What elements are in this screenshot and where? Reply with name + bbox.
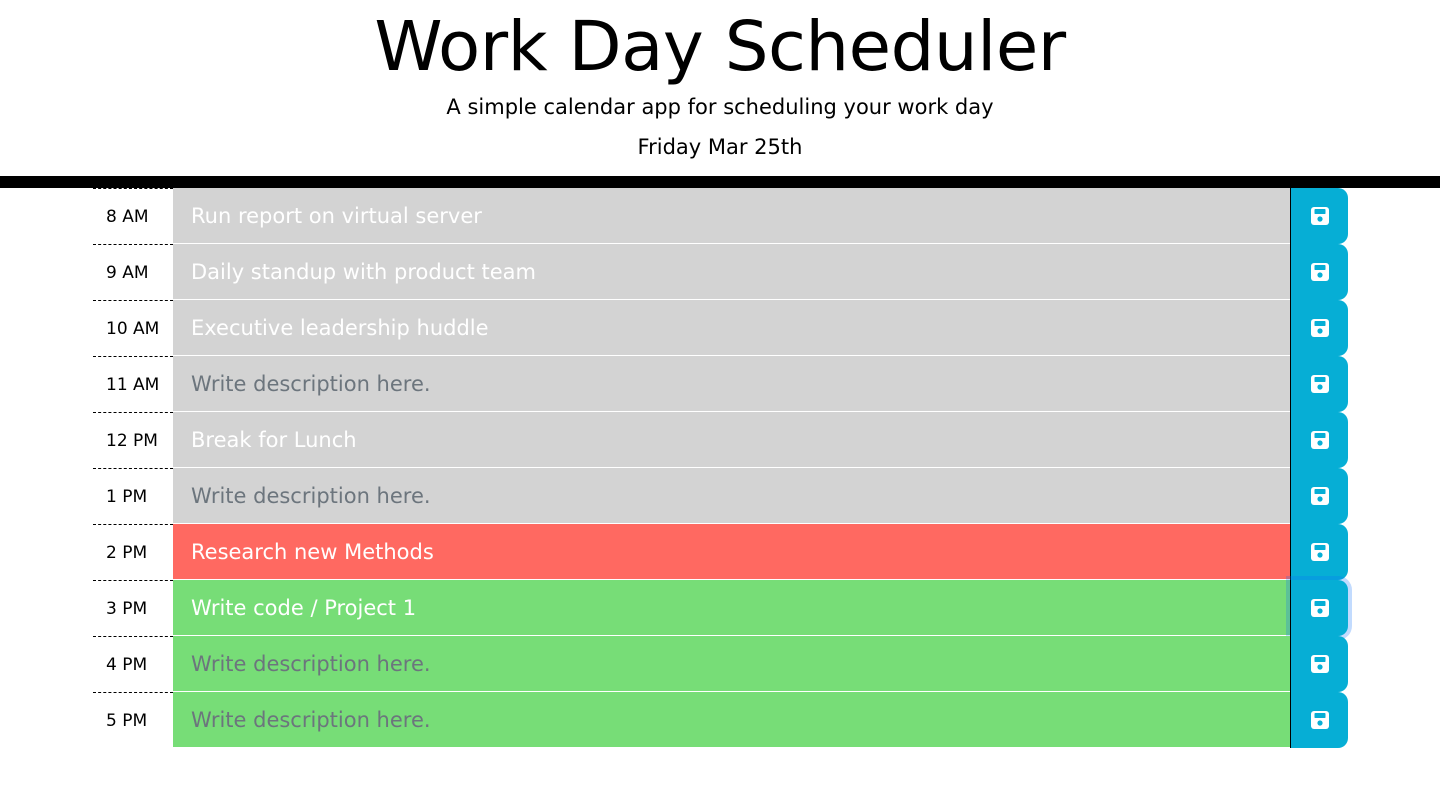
time-block-row: 5 PM	[93, 692, 1348, 748]
current-day: Friday Mar 25th	[637, 135, 803, 159]
page-subtitle: A simple calendar app for scheduling you…	[446, 95, 994, 119]
header-divider	[0, 176, 1440, 188]
floppy-disk-icon	[1310, 543, 1329, 561]
save-button[interactable]	[1290, 244, 1348, 300]
save-button[interactable]	[1290, 692, 1348, 748]
floppy-disk-icon	[1310, 431, 1329, 449]
hour-label: 11 AM	[93, 356, 173, 412]
floppy-disk-icon	[1310, 263, 1329, 281]
header: Work Day Scheduler A simple calendar app…	[0, 0, 1440, 176]
description-input[interactable]	[173, 524, 1290, 580]
save-button[interactable]	[1290, 580, 1348, 636]
description-input[interactable]	[173, 412, 1290, 468]
description-input[interactable]	[173, 356, 1290, 412]
save-button[interactable]	[1290, 524, 1348, 580]
floppy-disk-icon	[1310, 599, 1329, 617]
description-input[interactable]	[173, 188, 1290, 244]
time-block-row: 8 AM	[93, 188, 1348, 244]
floppy-disk-icon	[1310, 711, 1329, 729]
time-block-row: 3 PM	[93, 580, 1348, 636]
floppy-disk-icon	[1310, 207, 1329, 225]
hour-label: 2 PM	[93, 524, 173, 580]
time-block-row: 9 AM	[93, 244, 1348, 300]
schedule-container: 8 AM9 AM10 AM11 AM12 PM1 PM2 PM3 PM4 PM5…	[93, 188, 1348, 748]
time-block-row: 10 AM	[93, 300, 1348, 356]
floppy-disk-icon	[1310, 375, 1329, 393]
time-block-row: 2 PM	[93, 524, 1348, 580]
save-button[interactable]	[1290, 636, 1348, 692]
hour-label: 1 PM	[93, 468, 173, 524]
save-button[interactable]	[1290, 300, 1348, 356]
description-input[interactable]	[173, 692, 1290, 748]
description-input[interactable]	[173, 468, 1290, 524]
floppy-disk-icon	[1310, 319, 1329, 337]
hour-label: 5 PM	[93, 692, 173, 748]
time-block-row: 4 PM	[93, 636, 1348, 692]
hour-label: 9 AM	[93, 244, 173, 300]
save-button[interactable]	[1290, 468, 1348, 524]
save-button[interactable]	[1290, 356, 1348, 412]
floppy-disk-icon	[1310, 655, 1329, 673]
description-input[interactable]	[173, 636, 1290, 692]
hour-label: 4 PM	[93, 636, 173, 692]
hour-label: 3 PM	[93, 580, 173, 636]
time-block-row: 1 PM	[93, 468, 1348, 524]
description-input[interactable]	[173, 580, 1290, 636]
description-input[interactable]	[173, 244, 1290, 300]
floppy-disk-icon	[1310, 487, 1329, 505]
time-block-row: 12 PM	[93, 412, 1348, 468]
hour-label: 12 PM	[93, 412, 173, 468]
page-title: Work Day Scheduler	[374, 7, 1066, 87]
hour-label: 10 AM	[93, 300, 173, 356]
save-button[interactable]	[1290, 412, 1348, 468]
description-input[interactable]	[173, 300, 1290, 356]
hour-label: 8 AM	[93, 188, 173, 244]
save-button[interactable]	[1290, 188, 1348, 244]
time-block-row: 11 AM	[93, 356, 1348, 412]
